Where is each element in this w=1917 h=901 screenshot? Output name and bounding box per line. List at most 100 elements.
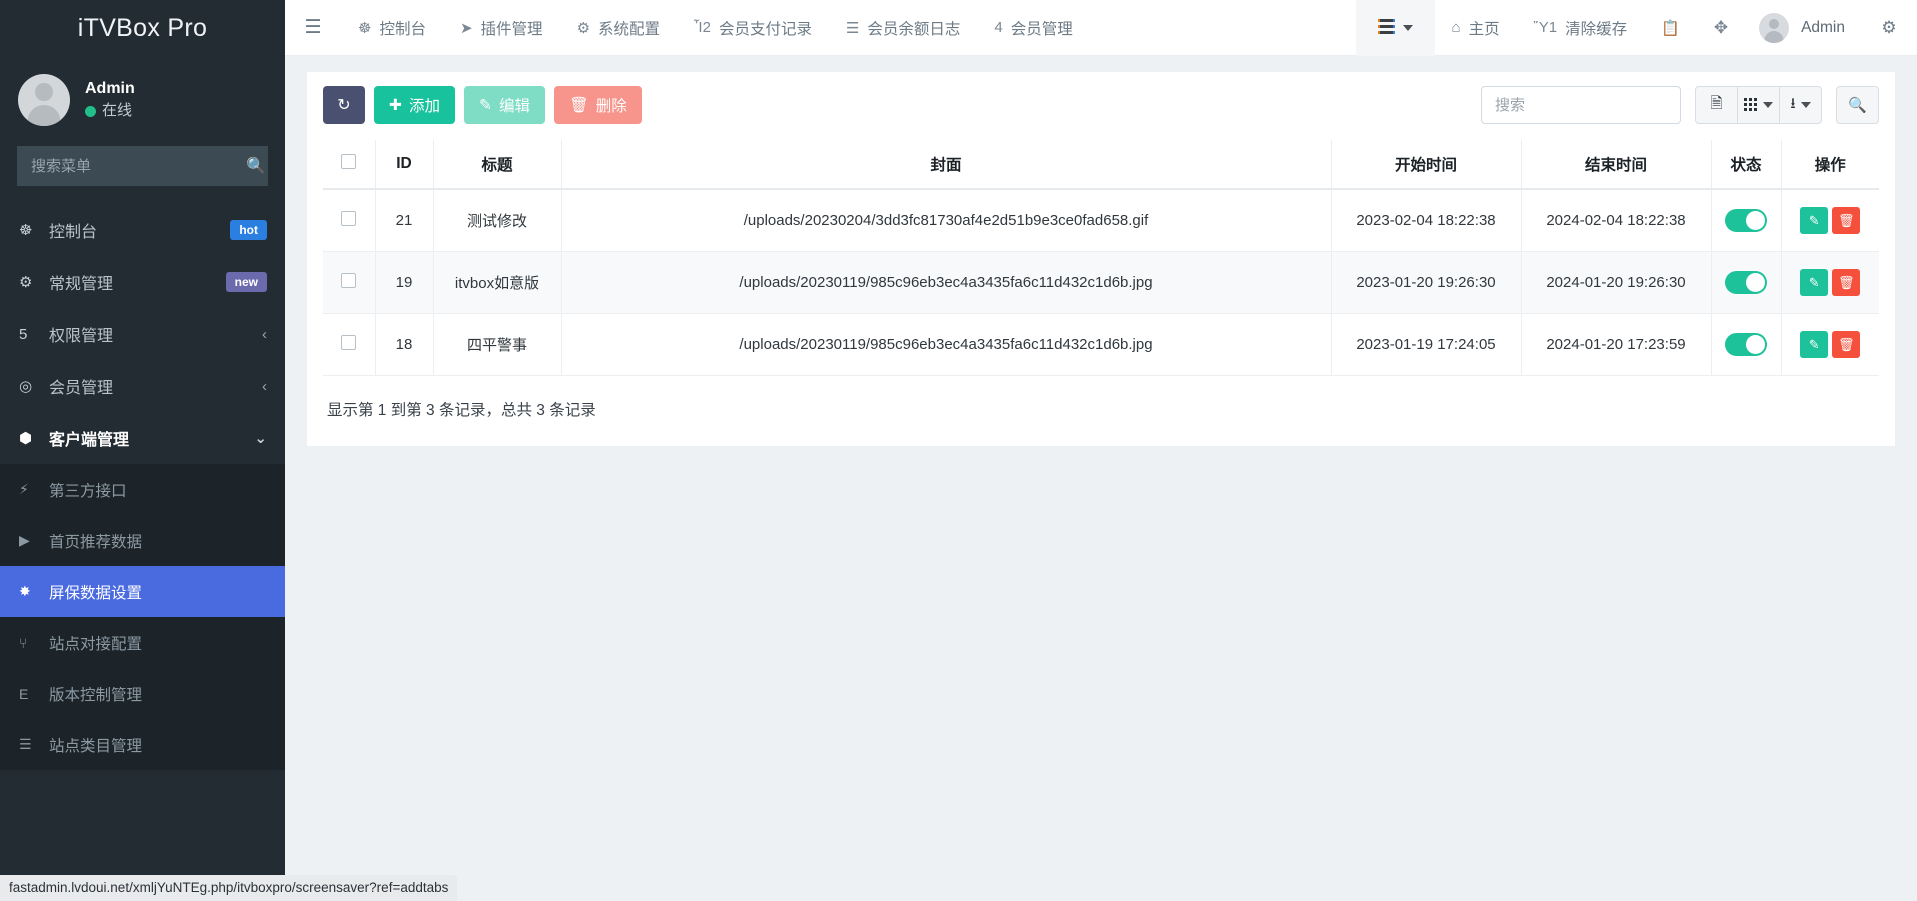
gear-icon: ⚙ — [577, 19, 590, 37]
sidebar-subitem-1[interactable]: ⚡第三方接口 — [0, 464, 285, 515]
table-row[interactable]: 19itvbox如意版/uploads/20230119/985c96eb3ec… — [323, 252, 1879, 314]
table-row[interactable]: 21测试修改/uploads/20230204/3dd3fc81730af4e2… — [323, 189, 1879, 252]
sidebar-subitem-label: 站点类目管理 — [49, 734, 142, 756]
status-toggle[interactable] — [1725, 209, 1767, 232]
content-area: ↻ ✚ 添加 ✎ 编辑 🗑 删除 🗎 — [285, 56, 1917, 901]
sidebar-subitem-4[interactable]: ⑂站点对接配置 — [0, 617, 285, 668]
column-start[interactable]: 开始时间 — [1331, 140, 1521, 189]
brand-title: iTVBox Pro — [0, 0, 285, 56]
row-select-cell — [323, 314, 375, 376]
grid-icon — [1744, 98, 1758, 113]
refresh-icon: ↻ — [337, 95, 350, 115]
cell-id: 21 — [375, 189, 433, 252]
sidebar-item-2[interactable]: ⚙常规管理new — [0, 256, 285, 308]
toggle-view-button[interactable]: 🗎 — [1695, 86, 1738, 124]
edit-button-label: 编辑 — [499, 94, 530, 116]
row-checkbox[interactable] — [341, 211, 356, 226]
column-cover[interactable]: 封面 — [561, 140, 1331, 189]
menu-search-wrapper[interactable]: 🔍 — [17, 146, 268, 186]
fullscreen-button[interactable]: ✥ — [1697, 0, 1745, 56]
pencil-icon: ✎ — [1809, 337, 1820, 353]
edit-button[interactable]: ✎ 编辑 — [464, 86, 545, 124]
sidebar-item-1[interactable]: ☸控制台hot — [0, 204, 285, 256]
dashboard-icon: ☸ — [358, 19, 371, 37]
topnav-user-menu[interactable]: Admin — [1745, 0, 1861, 56]
trash-icon: 🗑 — [1838, 337, 1855, 353]
topnav-item-label: 会员余额日志 — [867, 17, 960, 39]
column-status[interactable]: 状态 — [1711, 140, 1781, 189]
sidebar-subitem-2[interactable]: ▶首页推荐数据 — [0, 515, 285, 566]
rocket-icon: ➤ — [460, 19, 473, 37]
list-icon: ☰ — [19, 736, 49, 753]
table-row[interactable]: 18四平警事/uploads/20230119/985c96eb3ec4a343… — [323, 314, 1879, 376]
topnav-item-3[interactable]: ⚙ 系统配置 — [560, 0, 677, 56]
table-body: 21测试修改/uploads/20230204/3dd3fc81730af4e2… — [323, 189, 1879, 376]
row-edit-button[interactable]: ✎ — [1800, 207, 1828, 234]
topnav-user-label: Admin — [1801, 19, 1845, 37]
topnav-item-2[interactable]: ➤插件管理 — [443, 0, 560, 56]
row-delete-button[interactable]: 🗑 — [1832, 269, 1860, 296]
topnav-item-label: 系统配置 — [598, 17, 660, 39]
row-edit-button[interactable]: ✎ — [1800, 331, 1828, 358]
user-name: Admin — [85, 78, 135, 100]
topnav-right-item-2[interactable]: Ὕ1清除缓存 — [1517, 0, 1645, 56]
sidebar-subitem-5[interactable]: ὜E版本控制管理 — [0, 668, 285, 719]
trash-icon: 🗑 — [1838, 275, 1855, 291]
expand-arrows-icon: ✥ — [1714, 18, 1728, 38]
cell-title: itvbox如意版 — [433, 252, 561, 314]
copy-tabs-button[interactable]: 📋 — [1644, 0, 1697, 56]
trash-icon: Ὕ1 — [1534, 19, 1557, 36]
topnav-item-label: 会员管理 — [1011, 17, 1073, 39]
trash-icon: 🗑 — [569, 96, 589, 115]
pencil-icon: ✎ — [1809, 213, 1820, 229]
row-checkbox[interactable] — [341, 273, 356, 288]
advanced-search-button[interactable]: 🔍 — [1836, 86, 1879, 124]
status-toggle[interactable] — [1725, 333, 1767, 356]
search-icon[interactable]: 🔍 — [244, 156, 268, 176]
sidebar-toggle-button[interactable]: ☰ — [285, 0, 341, 56]
sitemap-icon: ⑂ — [19, 635, 49, 651]
cell-end-time: 2024-02-04 18:22:38 — [1521, 189, 1711, 252]
topnav-item-1[interactable]: ☸控制台 — [341, 0, 443, 56]
topnav-item-6[interactable]: ὆4 会员管理 — [977, 0, 1089, 56]
sidebar-subitem-3[interactable]: ✸屏保数据设置 — [0, 566, 285, 617]
cell-operations: ✎🗑 — [1781, 252, 1879, 314]
user-icon: ὆4 — [994, 19, 1002, 36]
sidebar-badge-hot: hot — [230, 220, 267, 240]
tabs-dropdown-button[interactable] — [1356, 0, 1435, 56]
delete-button[interactable]: 🗑 删除 — [554, 86, 642, 124]
settings-gear-icon[interactable]: ⚙ — [1861, 0, 1917, 56]
column-title[interactable]: 标题 — [433, 140, 561, 189]
sidebar-item-label: 会员管理 — [49, 374, 262, 398]
sidebar-item-label: 客户端管理 — [49, 426, 254, 450]
toolbar-right-group: 🗎 ⭳ 🔍 — [1481, 86, 1879, 124]
add-button[interactable]: ✚ 添加 — [374, 86, 455, 124]
table-search-input[interactable] — [1481, 86, 1681, 124]
topnav-item-5[interactable]: ☰会员余额日志 — [829, 0, 977, 56]
sidebar-subitem-label: 首页推荐数据 — [49, 530, 142, 552]
sidebar-subitem-6[interactable]: ☰站点类目管理 — [0, 719, 285, 770]
topnav-right-item-1[interactable]: ⌂主页 — [1435, 0, 1517, 56]
status-toggle[interactable] — [1725, 271, 1767, 294]
sidebar-item-5[interactable]: ⬢客户端管理⌄ — [0, 412, 285, 464]
select-all-checkbox[interactable] — [341, 154, 356, 169]
row-checkbox[interactable] — [341, 335, 356, 350]
refresh-button[interactable]: ↻ — [323, 86, 365, 124]
topnav-item-4[interactable]: Ἶ2会员支付记录 — [677, 0, 829, 56]
export-dropdown-button[interactable]: ⭳ — [1779, 86, 1822, 124]
row-edit-button[interactable]: ✎ — [1800, 269, 1828, 296]
row-select-cell — [323, 252, 375, 314]
user-status-label: 在线 — [102, 100, 132, 122]
column-end[interactable]: 结束时间 — [1521, 140, 1711, 189]
dashboard-icon: ☸ — [19, 221, 49, 239]
menu-search-input[interactable] — [17, 146, 244, 186]
row-delete-button[interactable]: 🗑 — [1832, 207, 1860, 234]
top-navbar: ☰ ☸控制台➤插件管理 ⚙ 系统配置 Ἶ2会员支付记录☰会员余额日志 ὆4 会员管理 ⌂主… — [285, 0, 1917, 56]
column-id[interactable]: ID — [375, 140, 433, 189]
columns-dropdown-button[interactable] — [1737, 86, 1780, 124]
sidebar-item-3[interactable]: ὆5权限管理‹ — [0, 308, 285, 360]
sidebar-item-4[interactable]: ◎会员管理‹ — [0, 360, 285, 412]
row-delete-button[interactable]: 🗑 — [1832, 331, 1860, 358]
cell-title: 四平警事 — [433, 314, 561, 376]
cell-operations: ✎🗑 — [1781, 189, 1879, 252]
